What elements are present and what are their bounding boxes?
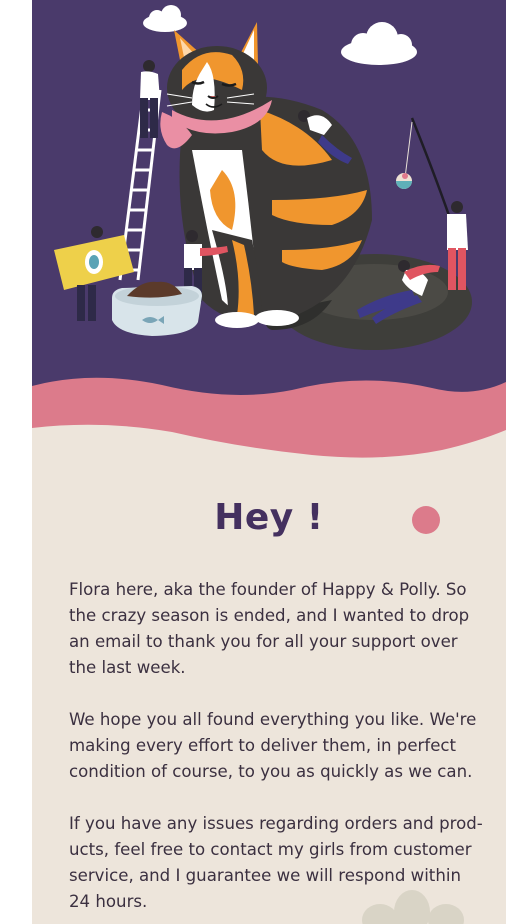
email-body: Flora here, aka the founder of Happy & P… — [69, 577, 483, 924]
email-card: Hey ! Flora here, aka the founder of Hap… — [32, 0, 506, 924]
hero-illustration — [32, 0, 506, 470]
accent-dot — [412, 506, 440, 534]
body-paragraph: Flora here, aka the founder of Happy & P… — [69, 580, 470, 677]
leaf-decoration-icon — [362, 890, 464, 924]
body-paragraph: We hope you all found everything you lik… — [69, 710, 477, 781]
food-bowl-icon — [112, 281, 202, 336]
